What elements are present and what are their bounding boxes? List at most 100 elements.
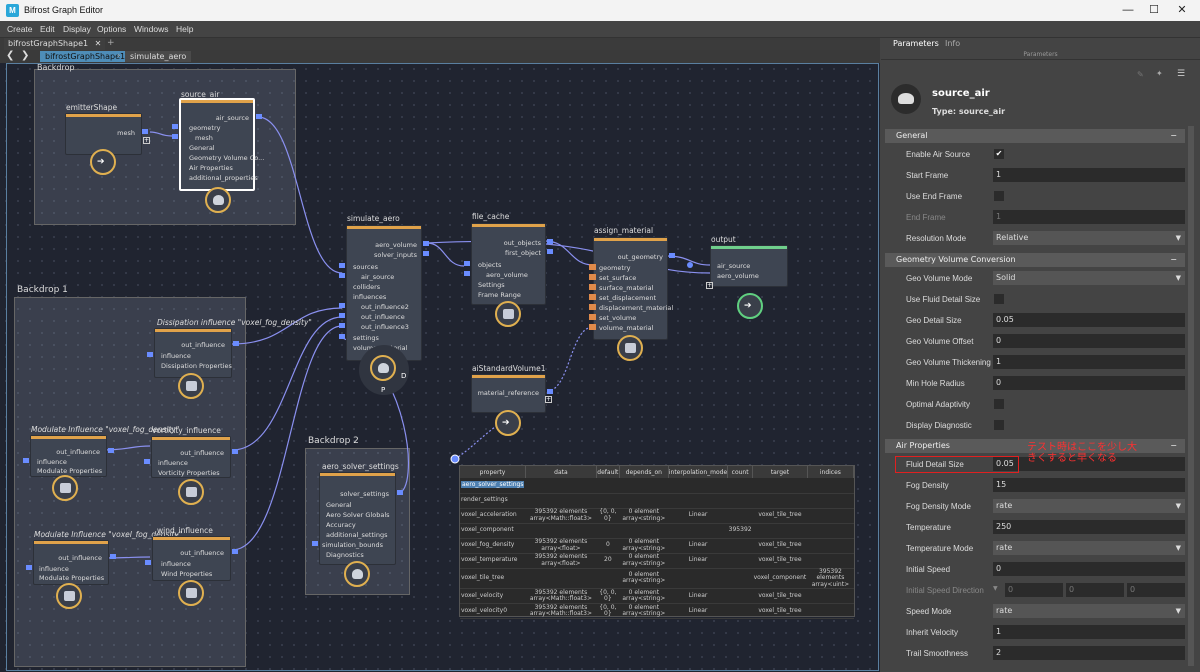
menu-icon[interactable]: ☰ xyxy=(1177,69,1185,79)
port-dot[interactable] xyxy=(464,261,470,266)
column-header[interactable]: default xyxy=(596,466,620,478)
panel-scrollbar[interactable] xyxy=(1188,126,1194,666)
param-field[interactable]: 250 xyxy=(993,520,1185,534)
node-output[interactable]: output air_source aero_volume xyxy=(710,235,788,287)
param-checkbox[interactable]: ✔ xyxy=(994,149,1004,159)
column-header[interactable]: property xyxy=(460,466,526,478)
group-modulate-properties[interactable]: Modulate Properties xyxy=(37,467,102,475)
table-row[interactable]: aero_solver_settings xyxy=(460,478,854,494)
column-header[interactable]: depends_on xyxy=(619,466,669,478)
param-dropdown[interactable]: Solid ▼ xyxy=(993,271,1185,285)
param-vector[interactable]: ▼ 0 0 0 xyxy=(993,583,1185,597)
port-dot[interactable] xyxy=(339,263,345,268)
port-dot[interactable] xyxy=(142,129,148,134)
group-vorticity-properties[interactable]: Vorticity Properties xyxy=(158,469,220,477)
port-dot[interactable] xyxy=(339,323,345,328)
group-general[interactable]: General xyxy=(326,501,352,509)
chevron-down-icon[interactable]: ▼ xyxy=(1176,604,1181,618)
port-dot[interactable] xyxy=(147,352,153,357)
column-header[interactable]: target xyxy=(752,466,808,478)
add-tab-icon[interactable]: + xyxy=(107,38,115,48)
port-dot[interactable] xyxy=(108,448,114,453)
port-dot[interactable] xyxy=(547,389,553,394)
p-toggle[interactable]: P xyxy=(381,386,385,394)
edit-icon[interactable]: ✎ xyxy=(1137,70,1144,79)
collapse-icon[interactable]: − xyxy=(1170,439,1177,453)
group-general[interactable]: General xyxy=(189,144,215,152)
port-dot[interactable] xyxy=(589,294,596,300)
back-arrow-icon[interactable]: ❮ xyxy=(6,50,14,61)
add-port-icon[interactable]: + xyxy=(143,137,150,144)
table-row[interactable]: voxel_component 395392 xyxy=(460,523,854,539)
node-dissipation-influence[interactable]: Dissipation influence "voxel_fog_density… xyxy=(147,318,312,378)
param-dropdown[interactable]: rate ▼ xyxy=(993,541,1185,555)
param-field[interactable]: 0 xyxy=(993,376,1185,390)
port-dot[interactable] xyxy=(233,341,239,346)
port-dot[interactable] xyxy=(172,124,178,129)
chevron-down-icon[interactable]: ▼ xyxy=(1176,271,1181,285)
port-dot[interactable] xyxy=(547,239,553,244)
table-row[interactable]: voxel_acceleration 395392 elements array<… xyxy=(460,508,854,524)
data-inspector-table[interactable]: property data default depends_on interpolati… xyxy=(459,465,855,619)
param-field[interactable]: 1 xyxy=(993,355,1185,369)
tab-parameters[interactable]: Parameters xyxy=(887,38,945,50)
table-row[interactable]: voxel_temperature 395392 elements array<f… xyxy=(460,553,854,569)
column-header[interactable]: interpolation_mode xyxy=(668,466,729,478)
port-dot[interactable] xyxy=(145,560,151,565)
port-dot[interactable] xyxy=(589,304,596,310)
group-air-properties[interactable]: Air Properties xyxy=(189,164,233,172)
param-checkbox[interactable] xyxy=(994,420,1004,430)
port-dot[interactable] xyxy=(232,449,238,454)
param-dropdown[interactable]: Relative ▼ xyxy=(993,231,1185,245)
menu-options[interactable]: Options xyxy=(97,24,126,34)
port-dot[interactable] xyxy=(423,251,429,256)
node-file-cache[interactable]: file_cache out_objects first_object obje… xyxy=(464,212,553,305)
param-field[interactable]: 1 xyxy=(993,168,1185,182)
param-dropdown[interactable]: rate ▼ xyxy=(993,499,1185,513)
collapse-icon[interactable]: − xyxy=(1170,253,1177,267)
param-field[interactable]: 1 xyxy=(993,210,1185,224)
group-settings[interactable]: Settings xyxy=(478,281,505,289)
param-field[interactable]: 1 xyxy=(993,625,1185,639)
menu-windows[interactable]: Windows xyxy=(134,24,168,34)
port-dot[interactable] xyxy=(339,273,345,278)
group-accuracy[interactable]: Accuracy xyxy=(326,521,356,529)
tab-close-icon[interactable]: ✕ xyxy=(95,39,102,48)
port-dot[interactable] xyxy=(339,313,345,318)
port-dot[interactable] xyxy=(397,490,403,495)
menu-edit[interactable]: Edit xyxy=(40,24,55,34)
port-dot[interactable] xyxy=(589,324,596,330)
node-wind-influence[interactable]: wind_influence out_influence influence W… xyxy=(145,526,238,581)
column-header[interactable]: indices xyxy=(807,466,855,478)
port-dot[interactable] xyxy=(256,114,262,119)
node-simulate-aero[interactable]: simulate_aero aero_volume solver_inputs … xyxy=(339,214,429,361)
group-geometry-volume[interactable]: Geometry Volume Co... xyxy=(189,154,264,162)
port-dot[interactable] xyxy=(23,458,29,463)
group-diagnostics[interactable]: Diagnostics xyxy=(326,551,364,559)
param-vector-field[interactable]: 0 xyxy=(1066,583,1124,597)
section-general[interactable]: General − xyxy=(885,129,1185,143)
node-modulate-influence-1[interactable]: Modulate Influence "voxel_fog_density" o… xyxy=(23,425,179,477)
port-dot[interactable] xyxy=(172,134,178,139)
add-port-icon[interactable]: + xyxy=(706,282,713,289)
table-row[interactable]: voxel_velocity0 395392 elements array<Mat… xyxy=(460,603,854,619)
menu-display[interactable]: Display xyxy=(63,24,91,34)
node-assign-material[interactable]: assign_material out_geometry geometry se… xyxy=(589,226,675,340)
param-field[interactable]: 0 xyxy=(993,562,1185,576)
minimize-button[interactable]: — xyxy=(1120,3,1136,17)
param-vector-field[interactable]: 0 xyxy=(1005,583,1063,597)
table-row[interactable]: voxel_velocity 395392 elements array<Math… xyxy=(460,588,854,604)
chevron-down-icon[interactable]: ▼ xyxy=(993,585,998,592)
group-aero-solver-globals[interactable]: Aero Solver Globals xyxy=(326,511,390,519)
chevron-down-icon[interactable]: ▼ xyxy=(1176,541,1181,555)
port-dot[interactable] xyxy=(589,264,596,270)
menu-create[interactable]: Create xyxy=(7,24,33,34)
column-header[interactable]: data xyxy=(525,466,597,478)
param-field[interactable]: 15 xyxy=(993,478,1185,492)
collapse-icon[interactable]: − xyxy=(1170,129,1177,143)
param-checkbox[interactable] xyxy=(994,191,1004,201)
param-dropdown[interactable]: rate ▼ xyxy=(993,604,1185,618)
maximize-button[interactable]: ☐ xyxy=(1146,3,1162,17)
add-port-icon[interactable]: + xyxy=(545,396,552,403)
menu-help[interactable]: Help xyxy=(176,24,193,34)
